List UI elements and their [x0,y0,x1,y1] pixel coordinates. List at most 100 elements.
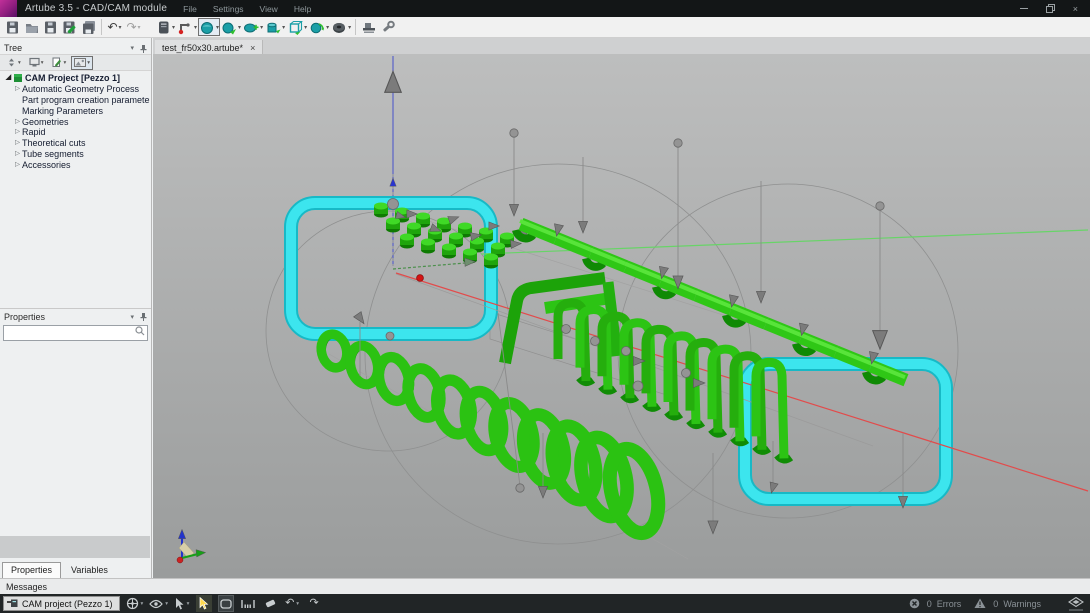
tree-item-automatic-geometry[interactable]: ▷ Automatic Geometry Process [0,84,150,95]
measure-button[interactable] [240,595,256,612]
rotate-left-icon: ↶ [285,598,294,609]
tree-view-mode-button[interactable]: ▾ [71,56,93,70]
save-button[interactable] [41,18,60,36]
rotate-left-button[interactable]: ↶ ▾ [284,595,300,612]
cursor-icon [175,598,185,610]
tree-item-geometries[interactable]: ▷ Geometries [0,116,150,127]
tree-panel-title: Tree [4,43,22,53]
navigate-mode-button[interactable]: ▾ [126,595,144,612]
expander-icon[interactable]: ◢ [4,73,13,83]
minimize-icon[interactable] [1020,8,1028,9]
arrow-cone [578,221,587,233]
expander-icon[interactable]: ▷ [13,127,22,137]
tab-properties[interactable]: Properties [2,562,61,578]
panel-menu-icon[interactable]: ▾ [130,313,134,321]
measure-icon [241,599,255,609]
arrow-cone [708,521,718,534]
tube-path-button[interactable]: ▾ [176,18,198,36]
sphere-recycle-icon [309,20,325,35]
save-all-button[interactable] [79,18,98,36]
arrow-cone [509,204,518,216]
tree-item-cam-project[interactable]: ◢ CAM Project [Pezzo 1] [0,73,150,84]
ribbon-toolpath-row [696,295,731,309]
open-button[interactable] [22,18,41,36]
restore-icon[interactable] [1046,4,1055,13]
project-cube-icon [14,74,22,82]
transform-button[interactable]: ▾ [308,18,330,36]
tube-arrow-icon [221,20,237,35]
tree-item-tube-segments[interactable]: ▷ Tube segments [0,149,150,160]
rotate-right-button[interactable]: ↷ [306,595,322,612]
expander-icon[interactable]: ▷ [13,138,22,148]
cam-project-icon [7,599,18,608]
part-program-button[interactable]: ▾ [155,18,176,36]
wireframe-box-icon [287,20,303,35]
tree-item-rapid[interactable]: ▷ Rapid [0,127,150,138]
pick-tool-button[interactable] [196,595,212,612]
expander-icon[interactable]: ▷ [13,117,22,127]
undo-button[interactable]: ↶ ▾ [105,18,124,36]
node-sphere [876,202,884,210]
tree-item-marking-parameters[interactable]: Marking Parameters [0,105,150,116]
tube-insert-button[interactable]: ▾ [220,18,242,36]
arrow-cone [196,549,206,557]
menu-settings[interactable]: Settings [213,4,244,14]
tree-display-button[interactable]: ▾ [26,56,47,70]
redo-button[interactable]: ↷ ▾ [124,18,143,36]
node-sphere [386,332,394,340]
expander-icon[interactable]: ▷ [13,160,22,170]
pin-icon[interactable] [140,44,147,53]
tab-variables[interactable]: Variables [63,563,116,578]
errors-label[interactable]: Errors [937,599,962,609]
save-as-button[interactable] [60,18,79,36]
viewport-canvas[interactable] [153,54,1090,578]
disc-plus-icon [243,20,259,35]
solid-view-button[interactable]: ▾ [330,18,352,36]
node-sphere [562,325,571,334]
warnings-label[interactable]: Warnings [1003,599,1041,609]
machine-setup-button[interactable] [359,18,378,36]
cyan-highlight-right [745,364,946,499]
app-icon [0,0,17,17]
menu-file[interactable]: File [183,4,197,14]
tree-item-accessories[interactable]: ▷ Accessories [0,159,150,170]
eye-icon [149,599,163,609]
node-sphere [516,484,524,492]
properties-panel-title: Properties [4,312,45,322]
tree-edit-button[interactable]: ▾ [49,56,70,70]
rotate-right-icon: ↷ [309,598,318,609]
tab-close-icon[interactable]: × [250,43,255,53]
erase-button[interactable] [262,595,278,612]
segment-button[interactable]: ▾ [264,18,286,36]
menu-help[interactable]: Help [294,4,311,14]
project-selector-button[interactable]: CAM project (Pezzo 1) [3,596,120,611]
messages-bar[interactable]: Messages [0,578,1090,594]
region-select-button[interactable] [218,595,234,612]
frame-button[interactable]: ▾ [286,18,308,36]
tree-sort-button[interactable]: ▾ [3,56,24,70]
close-icon[interactable]: × [1073,4,1078,14]
tube-view-button[interactable]: ▾ [198,18,220,36]
image-icon [74,57,86,68]
properties-search-input[interactable] [3,325,148,341]
visibility-button[interactable]: ▾ [149,595,168,612]
expander-icon[interactable]: ▷ [13,84,22,94]
rounded-rect-icon [220,599,232,609]
new-document-button[interactable] [3,18,22,36]
pin-icon[interactable] [140,312,147,321]
section-button[interactable]: ▾ [242,18,264,36]
panel-menu-icon[interactable]: ▾ [130,44,134,52]
tree-item-theoretical-cuts[interactable]: ▷ Theoretical cuts [0,138,150,149]
select-mode-button[interactable]: ▾ [174,595,190,612]
tree-item-part-program-params[interactable]: Part program creation parameters [0,95,150,106]
tree-toolbar: ▾ ▾ ▾ ▾ [0,54,151,71]
expander-icon[interactable]: ▷ [13,149,22,159]
brand-logo [1068,597,1084,611]
dock-bottom-strip [0,536,150,558]
viewport [153,54,1090,578]
menu-view[interactable]: View [260,4,278,14]
chevron-down-icon: ▾ [138,24,141,31]
undo-icon: ↶ [107,21,117,33]
node-sphere [633,381,643,391]
options-wrench-button[interactable] [378,18,397,36]
